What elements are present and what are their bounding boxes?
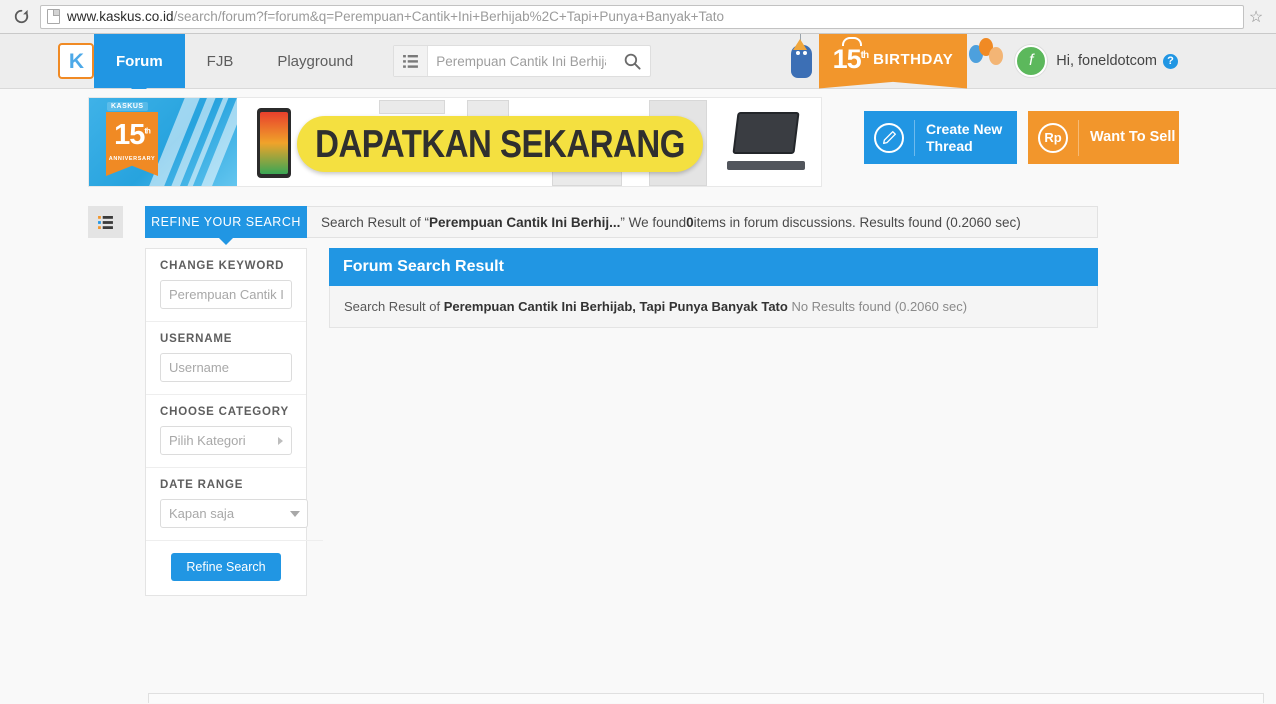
sidebar-group-category: CHOOSE CATEGORY xyxy=(146,395,306,468)
banner-cta[interactable]: DAPATKAN SEKARANG xyxy=(297,116,703,172)
reload-icon[interactable] xyxy=(8,4,34,30)
result-body-query: Perempuan Cantik Ini Berhijab, Tapi Puny… xyxy=(443,299,788,314)
date-range-input[interactable] xyxy=(160,499,308,528)
banner-cta-label: DAPATKAN SEKARANG xyxy=(315,121,685,166)
anniversary-ribbon: 15th ANNIVERSARY xyxy=(106,112,158,176)
content-wrapper: KASKUS 15th ANNIVERSARY DAPATKAN SEKARAN… xyxy=(0,89,1276,596)
page-icon xyxy=(47,9,60,24)
rupiah-icon: Rp xyxy=(1028,122,1078,153)
banner-brand-tag: KASKUS xyxy=(107,102,148,111)
nav-tab-forum[interactable]: Forum xyxy=(94,34,185,88)
summary-prefix: Search Result of “ xyxy=(321,214,430,230)
banner-decor-1 xyxy=(379,100,445,114)
date-range-label: DATE RANGE xyxy=(160,479,244,491)
username-input[interactable] xyxy=(160,353,292,382)
summary-suffix: items in forum discussions. Results foun… xyxy=(693,214,1021,230)
choose-category-select[interactable] xyxy=(160,426,292,455)
result-body-suffix: No Results found (0.2060 sec) xyxy=(787,299,968,314)
username-label: USERNAME xyxy=(160,333,233,345)
refine-tab-label: REFINE YOUR SEARCH xyxy=(151,215,301,229)
create-new-thread-button[interactable]: Create New Thread xyxy=(864,111,1017,164)
logo-letter: K xyxy=(68,49,84,73)
avatar-letter: f xyxy=(1029,52,1034,69)
url-path: /search/forum?f=forum&q=Perempuan+Cantik… xyxy=(173,9,725,24)
create-new-thread-label: Create New Thread xyxy=(914,119,1017,156)
nav-tab-playground-label: Playground xyxy=(277,52,354,70)
nav-tab-playground[interactable]: Playground xyxy=(255,34,375,88)
banner-anniversary-panel: KASKUS 15th ANNIVERSARY xyxy=(89,98,237,186)
forum-search-result-title: Forum Search Result xyxy=(329,248,1098,286)
choose-category-input[interactable] xyxy=(160,426,292,455)
want-to-sell-button[interactable]: Rp Want To Sell xyxy=(1028,111,1179,164)
list-view-icon[interactable] xyxy=(88,206,123,238)
sidebar-group-username: USERNAME xyxy=(146,322,306,395)
kaskus-logo[interactable]: K xyxy=(58,43,94,79)
page-body: KASKUS 15th ANNIVERSARY DAPATKAN SEKARAN… xyxy=(0,89,1276,703)
search-icon[interactable] xyxy=(614,46,650,76)
summary-middle: ” We found xyxy=(620,214,687,230)
results-column: Forum Search Result Search Result of Per… xyxy=(329,248,1098,328)
header-right: 15th BIRTHDAY f Hi, foneldotcom ? xyxy=(785,33,1276,89)
anniversary-number: 15th xyxy=(114,119,151,151)
result-body-prefix: Search Result of xyxy=(344,299,444,314)
site-header: K Forum FJB Playground Perempuan Cantik … xyxy=(0,33,1276,89)
refine-search-sidebar: CHANGE KEYWORD USERNAME CHOOSE CATEGORY … xyxy=(145,248,323,596)
forum-search-result-body: Search Result of Perempuan Cantik Ini Be… xyxy=(329,286,1098,328)
summary-query: Perempuan Cantik Ini Berhij... xyxy=(429,214,621,230)
change-keyword-label: CHANGE KEYWORD xyxy=(160,260,285,272)
laptop-image xyxy=(727,112,805,170)
choose-category-label: CHOOSE CATEGORY xyxy=(160,406,289,418)
refine-search-button[interactable]: Refine Search xyxy=(171,553,281,581)
result-summary: Search Result of “Perempuan Cantik Ini B… xyxy=(307,206,1098,238)
user-greeting[interactable]: Hi, foneldotcom xyxy=(1056,53,1157,69)
header-search xyxy=(393,45,652,77)
url-domain: www.kaskus.co.id xyxy=(67,9,174,24)
search-input[interactable] xyxy=(428,46,615,76)
anniversary-word: ANNIVERSARY xyxy=(108,156,156,162)
sidebar-footer: Refine Search xyxy=(146,541,306,595)
search-toolbar: REFINE YOUR SEARCH Search Result of “Per… xyxy=(88,206,1276,238)
help-icon[interactable]: ? xyxy=(1163,53,1178,69)
refine-your-search-tab[interactable]: REFINE YOUR SEARCH xyxy=(145,206,307,238)
primary-nav: K Forum FJB Playground xyxy=(58,34,652,88)
birthday-number: 15th xyxy=(832,36,869,74)
nav-tab-forum-label: Forum xyxy=(116,52,163,70)
birthday-banner[interactable]: 15th BIRTHDAY xyxy=(818,33,968,89)
change-keyword-input[interactable] xyxy=(160,280,292,309)
nav-tab-fjb[interactable]: FJB xyxy=(185,34,256,88)
promo-banner[interactable]: KASKUS 15th ANNIVERSARY DAPATKAN SEKARAN… xyxy=(88,97,822,187)
url-text: www.kaskus.co.id/search/forum?f=forum&q=… xyxy=(67,9,724,24)
nav-tab-fjb-label: FJB xyxy=(206,52,234,70)
want-to-sell-label: Want To Sell xyxy=(1078,119,1175,156)
phone-image xyxy=(257,108,291,178)
action-buttons: Create New Thread Rp Want To Sell xyxy=(864,111,1179,164)
sidebar-group-keyword: CHANGE KEYWORD xyxy=(146,249,306,322)
summary-count: 0 xyxy=(686,214,694,230)
main-columns: CHANGE KEYWORD USERNAME CHOOSE CATEGORY … xyxy=(88,248,1276,596)
avatar[interactable]: f xyxy=(1015,45,1048,77)
birthday-word: BIRTHDAY xyxy=(873,50,954,68)
mascot-icon xyxy=(785,33,819,89)
page-bottom-panel xyxy=(148,693,1264,703)
sidebar-group-daterange: DATE RANGE xyxy=(146,468,323,541)
date-range-select[interactable] xyxy=(160,499,309,528)
pencil-icon xyxy=(864,122,914,153)
address-bar[interactable]: www.kaskus.co.id/search/forum?f=forum&q=… xyxy=(40,4,1244,29)
list-icon[interactable] xyxy=(394,46,429,76)
banner-row: KASKUS 15th ANNIVERSARY DAPATKAN SEKARAN… xyxy=(88,97,1276,187)
browser-toolbar: www.kaskus.co.id/search/forum?f=forum&q=… xyxy=(0,0,1276,34)
balloons-icon xyxy=(967,34,1007,89)
star-icon[interactable]: ☆ xyxy=(1244,5,1268,29)
